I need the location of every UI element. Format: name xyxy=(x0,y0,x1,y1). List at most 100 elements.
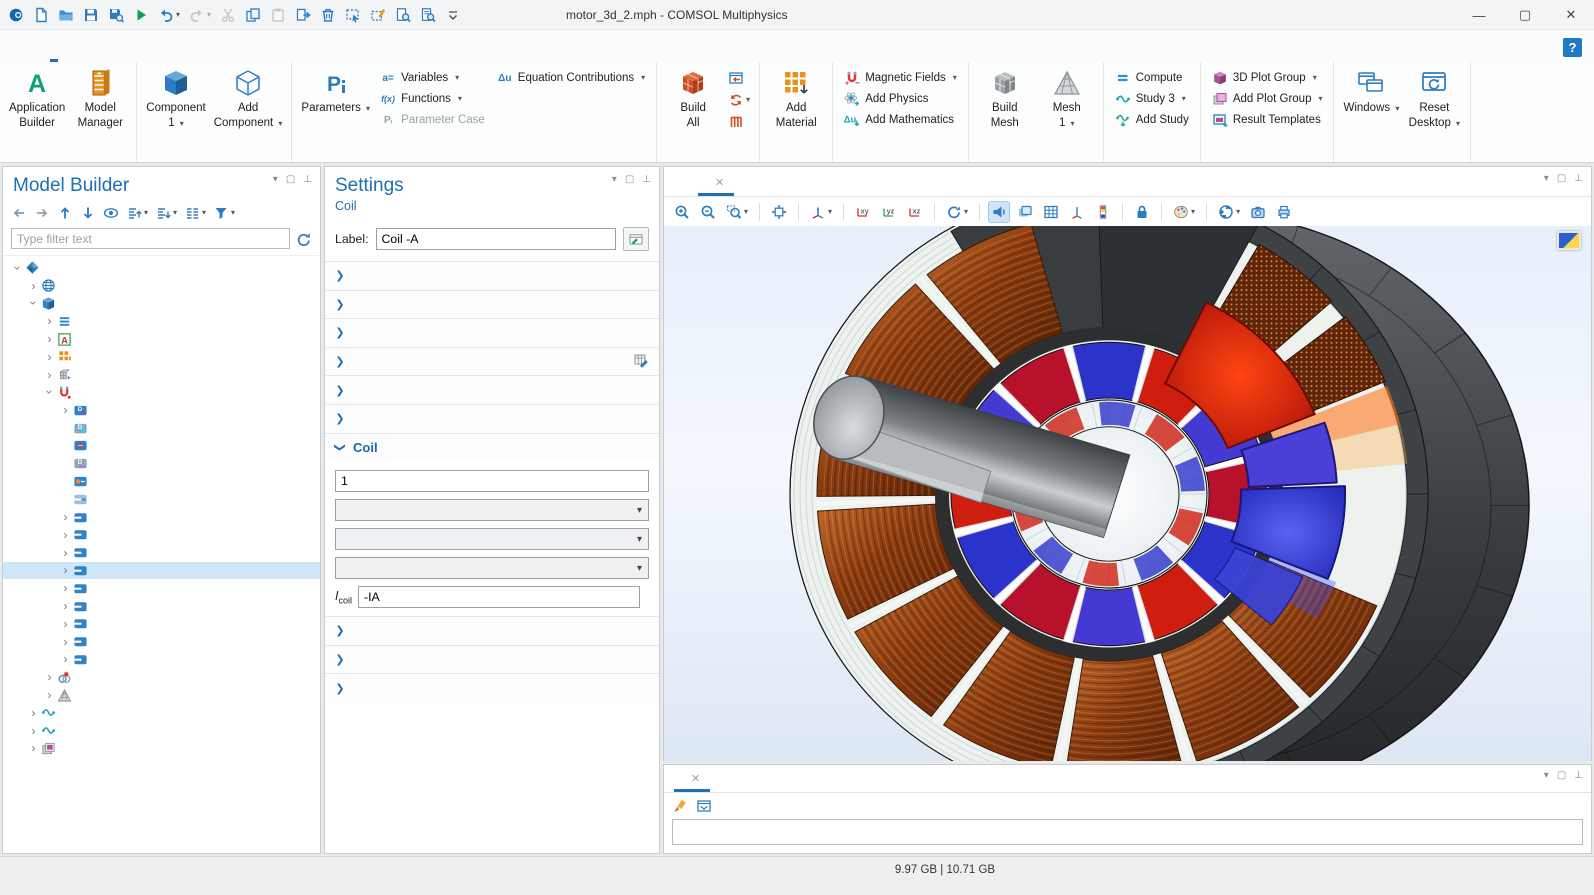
panel-pin-icon[interactable]: ⊥ xyxy=(1574,771,1583,781)
parameters-button[interactable]: PParameters ▾ xyxy=(297,65,374,116)
rotate-view-button[interactable]: ▾ xyxy=(944,202,970,222)
zoom-extents-button[interactable] xyxy=(769,202,789,222)
tree-node-results[interactable]: › xyxy=(3,740,320,758)
tree-node-continuity-1[interactable] xyxy=(3,490,320,508)
paste-button[interactable] xyxy=(270,7,286,23)
panel-menu-icon[interactable]: ▾ xyxy=(1544,174,1549,184)
panel-float-icon[interactable]: ▢ xyxy=(625,175,634,185)
node-display-button[interactable]: ▾ xyxy=(184,205,206,221)
open-messages-window-button[interactable] xyxy=(696,798,712,814)
tree-node-amp-re-s-law-4[interactable]: › xyxy=(3,544,320,562)
close-button[interactable]: ✕ xyxy=(1548,0,1594,30)
component-1-button[interactable]: Component 1 ▾ xyxy=(142,65,209,131)
tree-node-coil-c[interactable]: › xyxy=(3,633,320,651)
reset-desktop-button[interactable]: Reset Desktop ▾ xyxy=(1403,65,1465,131)
update-geometry-button[interactable]: ▾ xyxy=(728,92,750,108)
graphics-canvas[interactable] xyxy=(664,226,1591,761)
section-homogenized-conductor[interactable]: ❯ xyxy=(325,616,659,645)
maximize-button[interactable]: ▢ xyxy=(1502,0,1548,30)
close-icon[interactable]: ✕ xyxy=(691,772,700,785)
section-override-and-contribution[interactable]: ❯ xyxy=(325,290,659,319)
tree-node-component-1[interactable]: › xyxy=(3,295,320,313)
windows-button[interactable]: Windows ▾ xyxy=(1339,65,1403,116)
tree-expander[interactable]: › xyxy=(43,332,56,346)
tree-expander[interactable]: › xyxy=(27,297,41,310)
panel-menu-icon[interactable]: ▾ xyxy=(612,175,617,185)
save-button[interactable] xyxy=(83,7,99,23)
add-study-button[interactable]: Add Study xyxy=(1115,112,1189,128)
plot-group-3d-button[interactable]: 3D Plot Group▾ xyxy=(1212,70,1323,86)
view-lock-toggle[interactable] xyxy=(1132,202,1152,222)
application-builder-button[interactable]: AApplication Builder xyxy=(5,65,69,131)
menu-tab-developer[interactable] xyxy=(234,47,258,62)
tree-node-coil-+a[interactable]: › xyxy=(3,579,320,597)
tree-node-amp-re-s-law-1[interactable]: ›D xyxy=(3,401,320,419)
tree-expander[interactable]: › xyxy=(43,688,56,702)
tree-node-geometry-1[interactable]: ›A xyxy=(3,330,320,348)
color-legend-toggle[interactable] xyxy=(1093,202,1113,222)
save-as-button[interactable] xyxy=(108,7,124,23)
tree-expander[interactable]: › xyxy=(43,386,57,399)
tree-expander[interactable]: › xyxy=(27,279,40,293)
build-mesh-button[interactable]: Build Mesh xyxy=(974,65,1036,131)
forward-button[interactable] xyxy=(34,205,50,221)
menu-tab-home[interactable] xyxy=(42,47,66,62)
tree-expander[interactable]: › xyxy=(59,652,72,666)
environment-button[interactable]: ▾ xyxy=(1216,202,1242,222)
print-button[interactable] xyxy=(1274,202,1294,222)
add-component-button[interactable]: Add Component ▾ xyxy=(210,65,287,131)
magnetic-fields-button[interactable]: +−Magnetic Fields▾ xyxy=(844,70,957,86)
coil-current-input[interactable] xyxy=(358,586,640,608)
scene-light-toggle[interactable] xyxy=(989,202,1009,222)
redo-button[interactable]: ▾ xyxy=(189,7,211,23)
variables-button[interactable]: a=Variables▾ xyxy=(380,70,485,86)
model-tree-filter-button[interactable]: ▾ xyxy=(213,205,235,221)
coil-excitation-select[interactable] xyxy=(335,557,649,579)
compute-button[interactable]: Compute xyxy=(1115,70,1189,86)
section-material-type[interactable]: ❯ xyxy=(325,375,659,404)
back-button[interactable] xyxy=(11,205,27,221)
section-constitutive-relation-d-e[interactable]: ❯ xyxy=(325,673,659,702)
tree-node-materials[interactable]: › xyxy=(3,348,320,366)
tree-node-definitions[interactable]: › xyxy=(3,312,320,330)
label-input[interactable] xyxy=(376,228,616,250)
find-button[interactable] xyxy=(395,7,411,23)
add-physics-button[interactable]: Add Physics xyxy=(844,91,957,107)
tree-node-study-1[interactable]: › xyxy=(3,704,320,722)
panel-pin-icon[interactable]: ⊥ xyxy=(642,175,651,185)
select-box-button[interactable] xyxy=(345,7,361,23)
transparency-toggle[interactable] xyxy=(1015,202,1035,222)
tree-node-gauge-fixing-for-a-field-1[interactable] xyxy=(3,473,320,491)
menu-tab-physics[interactable] xyxy=(138,47,162,62)
tree-node-amp-re-s-law-2[interactable]: › xyxy=(3,508,320,526)
rename-button[interactable] xyxy=(623,227,649,251)
tree-expander[interactable]: › xyxy=(43,350,56,364)
tree-expander[interactable]: › xyxy=(59,510,72,524)
graphics-tab-graphics[interactable] xyxy=(672,183,696,196)
menu-tab-study[interactable] xyxy=(186,47,210,62)
model-manager-button[interactable]: Model Manager xyxy=(69,65,131,131)
plot-thumbnail-icon[interactable] xyxy=(1557,231,1581,250)
pattern-button[interactable] xyxy=(728,114,750,130)
panel-float-icon[interactable]: ▢ xyxy=(1557,771,1566,781)
open-file-button[interactable] xyxy=(58,7,74,23)
coil-type-select[interactable] xyxy=(335,528,649,550)
coil-name-input[interactable] xyxy=(335,470,649,492)
tree-expander[interactable]: › xyxy=(59,617,72,631)
tree-expander[interactable]: › xyxy=(27,741,40,755)
tree-node-global-definitions[interactable]: › xyxy=(3,277,320,295)
tree-node-coil-b[interactable]: › xyxy=(3,615,320,633)
tree-expander[interactable]: › xyxy=(43,314,56,328)
delete-button[interactable] xyxy=(320,7,336,23)
view-xz-button[interactable]: xz xyxy=(905,202,925,222)
cut-button[interactable] xyxy=(220,7,236,23)
section-coil-header[interactable]: ❯ Coil xyxy=(325,433,659,462)
add-plot-group-button[interactable]: Add Plot Group▾ xyxy=(1212,91,1323,107)
mesh-1-button[interactable]: Mesh 1 ▾ xyxy=(1036,65,1098,131)
color-theme-button[interactable]: ▾ xyxy=(1171,202,1197,222)
show-button[interactable] xyxy=(103,205,119,221)
clear-selection-button[interactable] xyxy=(370,7,386,23)
tree-node-moving-mesh[interactable]: › xyxy=(3,366,320,384)
panel-float-icon[interactable]: ▢ xyxy=(1557,174,1566,184)
undo-button[interactable]: ▾ xyxy=(158,7,180,23)
